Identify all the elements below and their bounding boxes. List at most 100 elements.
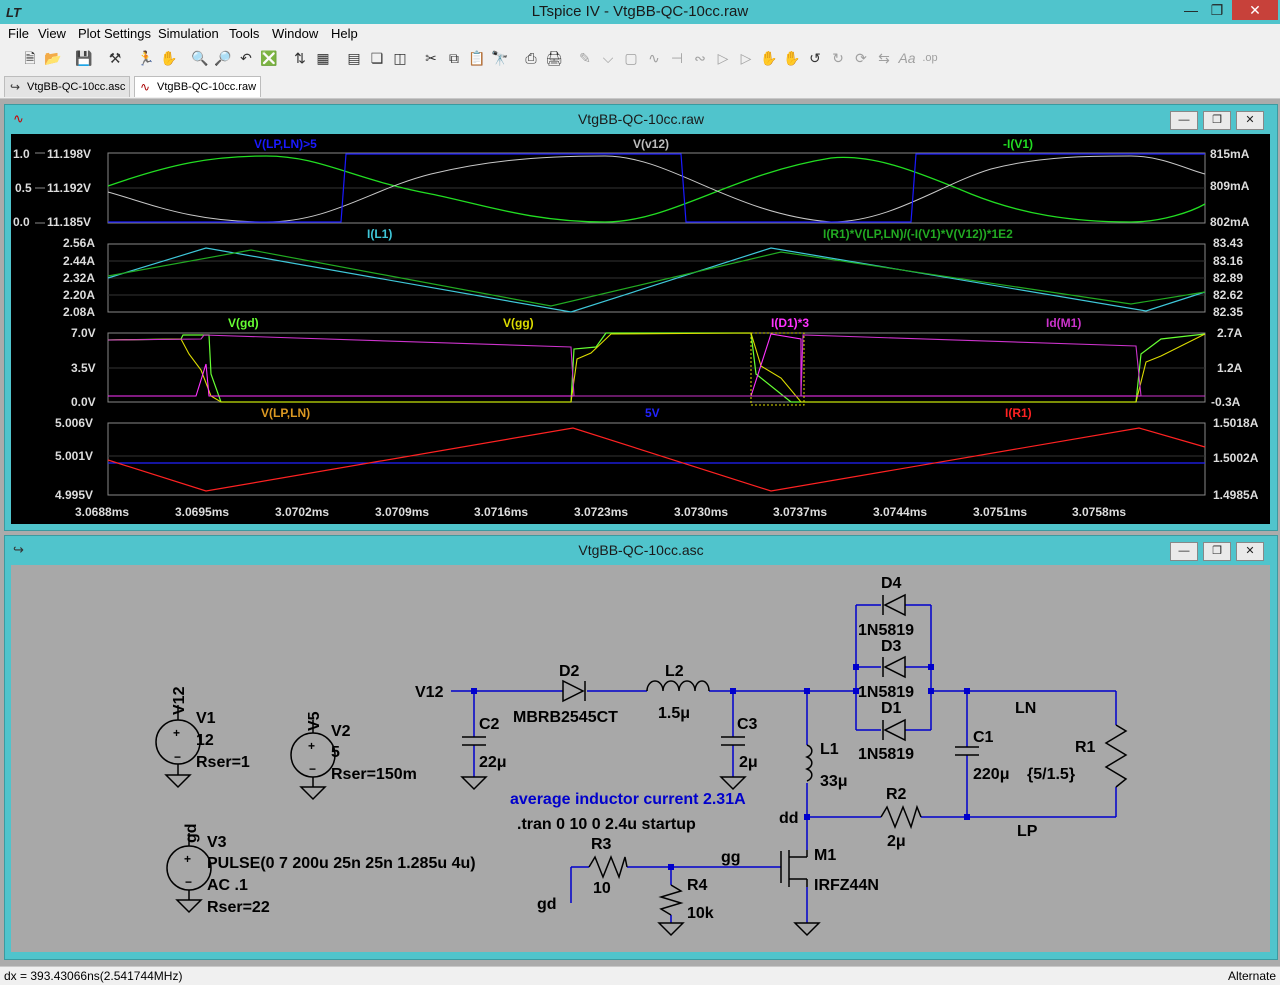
cascade-icon[interactable]: ❏ [367, 48, 387, 68]
label-v-gd: V(gd) [228, 316, 259, 330]
ground-icon [175, 899, 203, 914]
print-setup-icon[interactable]: ⎙ [521, 48, 541, 68]
schematic-window-title: VtgBB-QC-10cc.asc [578, 542, 704, 558]
inductor-icon[interactable]: ∾ [690, 48, 710, 68]
menu-tools[interactable]: Tools [229, 26, 259, 41]
drag-icon[interactable]: ✋ [782, 48, 802, 68]
v1-rser: Rser=1 [196, 754, 250, 771]
schematic-restore-button[interactable]: ❐ [1203, 542, 1231, 561]
tab-schematic[interactable]: ↪ VtgBB-QC-10cc.asc [4, 76, 131, 97]
menu-window[interactable]: Window [272, 26, 318, 41]
restore-button[interactable]: ❐ [1204, 0, 1230, 20]
pane2-left-tick: 2.08A [63, 305, 95, 319]
svg-text:+: + [184, 852, 191, 866]
menu-plot-settings[interactable]: Plot Settings [78, 26, 151, 41]
zoom-back-icon[interactable]: ↶ [236, 48, 256, 68]
menu-file[interactable]: File [8, 26, 29, 41]
waveform-plot[interactable]: V(LP,LN)>5 V(v12) -I(V1) 1.0 0.5 0.0 11.… [11, 134, 1270, 524]
save-icon[interactable]: 💾 [74, 48, 94, 68]
waveform-minimize-button[interactable]: — [1170, 111, 1198, 130]
net-label-v12: V12 [415, 684, 444, 701]
schematic-canvas[interactable]: + − + − + − V12 V12 V1 12 Rser=1 V5 V2 5 Rs… [11, 565, 1270, 952]
spice-directive-icon[interactable]: .op [920, 48, 940, 68]
l1-name: L1 [820, 741, 839, 758]
r2-value: 2μ [887, 833, 906, 850]
schematic-minimize-button[interactable]: — [1170, 542, 1198, 561]
pane4-left-tick: 5.001V [55, 449, 93, 463]
tab-label: VtgBB-QC-10cc.raw [157, 81, 257, 93]
zoom-fit-icon[interactable]: ❎ [259, 48, 279, 68]
x-tick: 3.0702ms [275, 505, 329, 519]
svg-text:−: − [309, 762, 316, 776]
d3-value: 1N5819 [858, 684, 914, 701]
pane1-left2-tick: 11.192V [47, 181, 91, 195]
pane2-right-tick: 82.35 [1213, 305, 1243, 319]
waveform-close-button[interactable]: ✕ [1236, 111, 1264, 130]
halt-icon[interactable]: ✋ [159, 48, 179, 68]
schematic-close-button[interactable]: ✕ [1236, 542, 1264, 561]
label-icon[interactable]: ▢ [621, 48, 641, 68]
toolbar: 🗎 📂 💾 ⚒ 🏃 ✋ 🔍 🔎 ↶ ❎ ⇅ ▦ ▤ ❏ ◫ ✂ ⧉ 📋 🔭 ⎙ … [0, 44, 1280, 74]
net-label-ln: LN [1015, 700, 1036, 717]
label-efficiency: I(R1)*V(LP,LN)/(-I(V1)*V(V12))*1E2 [823, 227, 1013, 241]
tile-vertical-icon[interactable]: ◫ [390, 48, 410, 68]
ground-icon[interactable]: ⌵ [598, 48, 618, 68]
print-icon[interactable]: 🖨 [544, 48, 564, 68]
diode-icon[interactable]: ▷ [713, 48, 733, 68]
minimize-button[interactable]: — [1178, 0, 1204, 20]
grid-icon[interactable]: ▦ [313, 48, 333, 68]
component-icon[interactable]: ▷ [736, 48, 756, 68]
l2-value: 1.5μ [658, 705, 690, 722]
wire-icon[interactable]: ✎ [575, 48, 595, 68]
d2-name: D2 [559, 663, 580, 680]
waveform-restore-button[interactable]: ❐ [1203, 111, 1231, 130]
resistor-icon[interactable]: ∿ [644, 48, 664, 68]
pane3-right-tick: -0.3A [1211, 395, 1241, 409]
pane1-right-tick: 802mA [1210, 215, 1250, 229]
close-button[interactable]: ✕ [1232, 0, 1278, 20]
move-icon[interactable]: ✋ [759, 48, 779, 68]
pane2-right-tick: 82.62 [1213, 288, 1243, 302]
menu-view[interactable]: View [38, 26, 66, 41]
rotate-icon[interactable]: ⟳ [851, 48, 871, 68]
d4-value: 1N5819 [858, 622, 914, 639]
x-tick: 3.0751ms [973, 505, 1027, 519]
capacitor-icon[interactable]: ⊣ [667, 48, 687, 68]
zoom-out-icon[interactable]: 🔎 [213, 48, 233, 68]
find-icon[interactable]: 🔭 [490, 48, 510, 68]
cut-icon[interactable]: ✂ [421, 48, 441, 68]
schematic-icon: ↪ [10, 80, 21, 94]
undo-icon[interactable]: ↺ [805, 48, 825, 68]
run-icon[interactable]: 🏃 [136, 48, 156, 68]
pane1-left-tick: 0.5 [15, 181, 32, 195]
redo-icon[interactable]: ↻ [828, 48, 848, 68]
autorange-icon[interactable]: ⇅ [290, 48, 310, 68]
text-icon[interactable]: Aa [897, 48, 917, 68]
tile-horizontal-icon[interactable]: ▤ [344, 48, 364, 68]
paste-icon[interactable]: 📋 [467, 48, 487, 68]
copy-icon[interactable]: ⧉ [444, 48, 464, 68]
app-titlebar: LT LTspice IV - VtgBB-QC-10cc.raw — ❐ ✕ [0, 0, 1280, 24]
new-schematic-icon[interactable]: 🗎 [20, 48, 40, 68]
open-icon[interactable]: 📂 [43, 48, 63, 68]
control-panel-icon[interactable]: ⚒ [105, 48, 125, 68]
zoom-in-icon[interactable]: 🔍 [190, 48, 210, 68]
menu-simulation[interactable]: Simulation [158, 26, 219, 41]
menu-help[interactable]: Help [331, 26, 358, 41]
status-bar: dx = 393.43066ns(2.541744MHz) Alternate [0, 966, 1280, 985]
v3-name: V3 [207, 834, 227, 851]
v3-rser: Rser=22 [207, 899, 270, 916]
r1-name: R1 [1075, 739, 1096, 756]
mirror-icon[interactable]: ⇆ [874, 48, 894, 68]
c1-name: C1 [973, 729, 994, 746]
svg-text:−: − [185, 875, 192, 889]
cursor-box [750, 332, 805, 406]
label-v-lp-ln-gt-5: V(LP,LN)>5 [254, 137, 317, 151]
tab-waveform[interactable]: ∿ VtgBB-QC-10cc.raw [134, 76, 262, 97]
net-label-gd: gd [537, 896, 557, 913]
waveform-window-title: VtgBB-QC-10cc.raw [577, 111, 705, 127]
r3-value: 10 [593, 880, 611, 897]
c3-value: 2μ [739, 754, 758, 771]
tran-directive: .tran 0 10 0 2.4u startup [517, 816, 696, 833]
menu-bar: File View Plot Settings Simulation Tools… [0, 24, 1280, 44]
